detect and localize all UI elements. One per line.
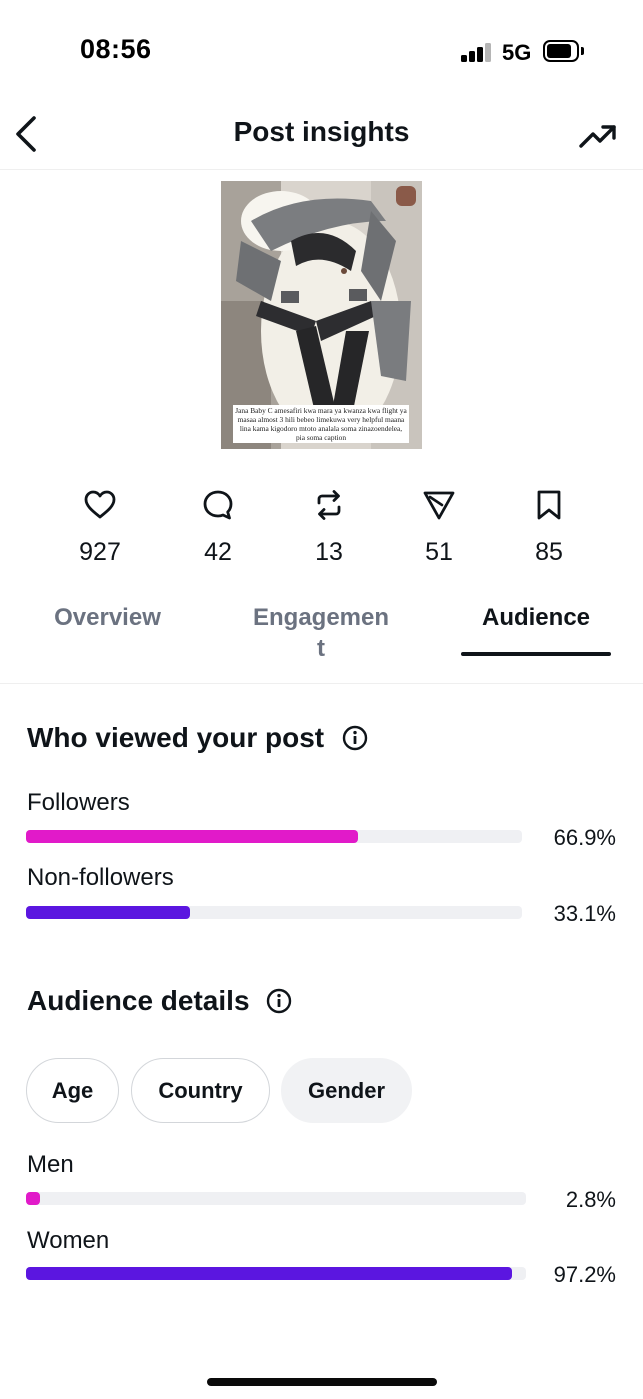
viewers-section-title: Who viewed your post xyxy=(27,722,325,753)
trend-button[interactable] xyxy=(578,118,618,154)
followers-bar xyxy=(26,830,522,843)
women-label: Women xyxy=(27,1227,110,1254)
men-bar xyxy=(26,1192,526,1205)
women-percent: 97.2% xyxy=(553,1262,616,1287)
followers-label: Followers xyxy=(27,789,130,816)
home-indicator[interactable] xyxy=(207,1378,437,1386)
men-bar-fill xyxy=(26,1192,40,1205)
non-followers-label: Non-followers xyxy=(27,864,174,891)
bookmark-icon xyxy=(537,490,561,520)
followers-percent: 66.9% xyxy=(553,825,616,850)
tab-audience-label: Audience xyxy=(481,604,591,631)
active-tab-indicator xyxy=(461,652,611,656)
bookmarks-metric[interactable]: 85 xyxy=(499,488,599,567)
page-title: Post insights xyxy=(233,116,410,147)
audience-details-title: Audience details xyxy=(27,985,250,1016)
likes-count: 927 xyxy=(79,538,121,566)
insights-tabs: Overview Engagemen t Audience xyxy=(0,596,643,684)
filter-chip-gender[interactable]: Gender xyxy=(281,1058,412,1123)
shares-metric[interactable]: 51 xyxy=(389,488,489,567)
tab-overview[interactable]: Overview xyxy=(30,602,185,633)
filter-chip-age[interactable]: Age xyxy=(26,1058,119,1123)
heart-icon xyxy=(84,490,116,519)
signal-icon xyxy=(461,42,493,62)
bookmarks-count: 85 xyxy=(535,538,563,566)
reposts-metric[interactable]: 13 xyxy=(279,488,379,567)
reply-icon xyxy=(203,490,233,520)
trend-icon xyxy=(579,125,616,148)
info-icon[interactable] xyxy=(342,725,368,751)
tab-engagement-label-line2: t xyxy=(317,635,325,662)
tab-audience[interactable]: Audience xyxy=(461,602,611,633)
network-label: 5G xyxy=(502,40,532,65)
women-bar-fill xyxy=(26,1267,512,1280)
men-percent: 2.8% xyxy=(565,1187,616,1212)
post-caption: Jana Baby C amesafiri kwa mara ya kwanza… xyxy=(233,405,409,443)
followers-bar-fill xyxy=(26,830,358,843)
filter-chip-country[interactable]: Country xyxy=(131,1058,270,1123)
nav-bar: Post insights xyxy=(0,100,643,170)
likes-metric[interactable]: 927 xyxy=(50,488,150,567)
shares-count: 51 xyxy=(425,538,453,566)
battery-icon xyxy=(543,40,584,62)
repost-icon xyxy=(317,490,341,520)
non-followers-bar xyxy=(26,906,522,919)
replies-metric[interactable]: 42 xyxy=(168,488,268,567)
non-followers-bar-fill xyxy=(26,906,190,919)
tab-engagement-label-line1: Engagemen xyxy=(252,604,390,631)
share-icon xyxy=(423,491,455,520)
replies-count: 42 xyxy=(204,538,232,566)
status-time: 08:56 xyxy=(80,34,152,64)
women-bar xyxy=(26,1267,526,1280)
info-icon[interactable] xyxy=(266,988,292,1014)
tab-engagement[interactable]: Engagemen t xyxy=(240,602,402,664)
post-thumbnail[interactable]: Jana Baby C amesafiri kwa mara ya kwanza… xyxy=(221,181,422,449)
tab-overview-label: Overview xyxy=(54,604,161,631)
men-label: Men xyxy=(27,1151,74,1178)
status-bar: 08:56 5G xyxy=(0,0,643,100)
reposts-count: 13 xyxy=(315,538,343,566)
non-followers-percent: 33.1% xyxy=(553,901,616,926)
